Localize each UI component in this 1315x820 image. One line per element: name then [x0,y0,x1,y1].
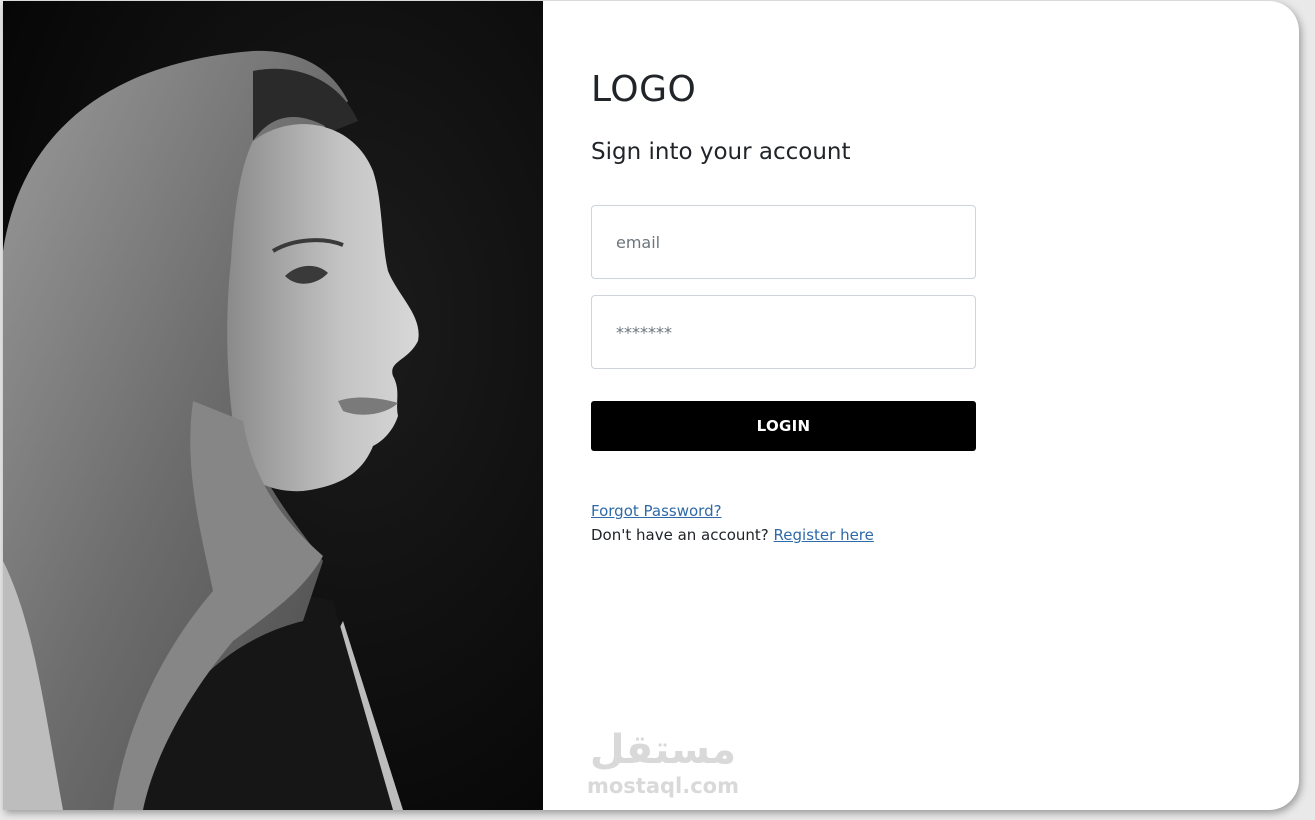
watermark: مستقل mostaql.com [578,726,748,806]
login-button[interactable]: LOGIN [591,401,976,451]
logo-text: LOGO [591,69,697,110]
register-link[interactable]: Register here [774,526,874,544]
login-form: LOGO Sign into your account LOGIN Forgot… [591,1,1011,810]
forgot-password-link[interactable]: Forgot Password? [591,502,722,520]
no-account-text: Don't have an account? [591,526,774,544]
portrait-photo [3,1,543,810]
watermark-arabic: مستقل [589,727,737,773]
email-field[interactable] [591,205,976,279]
portrait-illustration [3,1,543,810]
register-prompt: Don't have an account? Register here [591,526,874,544]
form-heading: Sign into your account [591,139,851,165]
watermark-latin: mostaql.com [587,774,739,798]
password-field[interactable] [591,295,976,369]
login-card: LOGO Sign into your account LOGIN Forgot… [3,1,1299,810]
